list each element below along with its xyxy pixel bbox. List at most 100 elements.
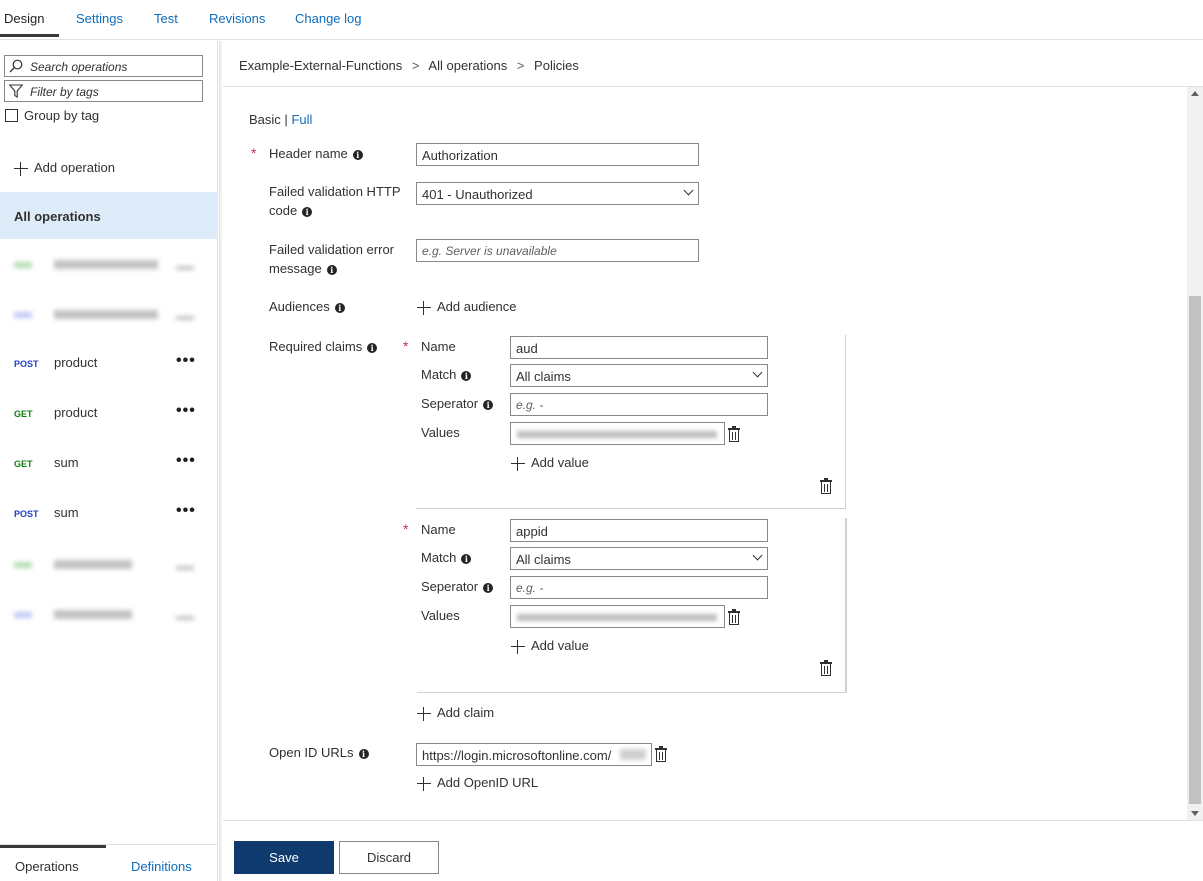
info-icon[interactable]: i: [367, 343, 378, 353]
info-icon[interactable]: i: [483, 583, 494, 593]
chevron-down-icon: [752, 367, 763, 378]
more-options-icon[interactable]: •••: [176, 502, 196, 520]
add-operation-button[interactable]: Add operation: [34, 158, 115, 177]
claim-match-select[interactable]: All claims: [510, 364, 768, 387]
vertical-scrollbar[interactable]: [1187, 87, 1203, 820]
delete-url-icon[interactable]: [655, 746, 667, 762]
info-icon[interactable]: i: [461, 371, 472, 381]
info-icon[interactable]: i: [334, 303, 345, 313]
breadcrumb-policies: Policies: [534, 58, 579, 73]
more-options-icon[interactable]: •••: [176, 452, 196, 470]
group-by-tag-checkbox[interactable]: [5, 109, 18, 122]
add-operation-plus-icon: [14, 162, 28, 176]
claim-separator-label: Seperator i: [421, 394, 494, 413]
breadcrumb-all-operations[interactable]: All operations: [428, 58, 507, 73]
label-text: Match: [421, 550, 457, 565]
input-value: https://login.microsoftonline.com/: [422, 748, 612, 763]
scroll-up-icon[interactable]: [1191, 91, 1199, 96]
info-icon[interactable]: i: [483, 400, 494, 410]
tab-design[interactable]: Design: [4, 11, 44, 26]
claim-name-label: Name: [421, 522, 456, 537]
active-tab-indicator: [0, 845, 106, 848]
panel-bottom-tabs: Operations Definitions: [0, 844, 218, 881]
scroll-down-icon[interactable]: [1191, 811, 1199, 816]
plus-icon: [511, 640, 525, 654]
input-value: aud: [516, 341, 538, 356]
search-icon: [9, 59, 23, 73]
info-icon[interactable]: i: [302, 207, 313, 217]
add-audience-button[interactable]: Add audience: [437, 299, 517, 314]
blurred-operation-row[interactable]: [0, 590, 218, 640]
filter-placeholder: Filter by tags: [30, 85, 99, 99]
all-operations-item[interactable]: All operations: [0, 192, 218, 239]
openid-url-input[interactable]: https://login.microsoftonline.com/: [416, 743, 652, 766]
mode-separator: |: [284, 112, 288, 127]
header-name-input[interactable]: Authorization: [416, 143, 699, 166]
add-value-button[interactable]: Add value: [531, 638, 589, 653]
tab-definitions[interactable]: Definitions: [131, 857, 192, 876]
openid-label: Open ID URLs i: [269, 743, 369, 762]
chevron-down-icon: [752, 550, 763, 561]
claim-separator-input[interactable]: e.g. -: [510, 576, 768, 599]
claim-match-select[interactable]: All claims: [510, 547, 768, 570]
operation-row-get-sum[interactable]: GET sum •••: [0, 440, 218, 490]
label-text: Match: [421, 367, 457, 382]
claim-separator-input[interactable]: e.g. -: [510, 393, 768, 416]
editor-mode-switch: Basic | Full: [249, 110, 312, 129]
save-button[interactable]: Save: [234, 841, 334, 874]
operation-row-post-sum[interactable]: POST sum •••: [0, 490, 218, 540]
mode-full[interactable]: Full: [291, 112, 312, 127]
blurred-operation-row[interactable]: [0, 240, 218, 290]
search-operations-input[interactable]: Search operations: [4, 55, 203, 77]
delete-claim-icon[interactable]: [820, 660, 832, 676]
label-text: Open ID URLs: [269, 745, 354, 760]
tab-revisions[interactable]: Revisions: [209, 11, 265, 26]
delete-value-icon[interactable]: [728, 609, 740, 625]
label-text: Seperator: [421, 396, 479, 411]
verb-badge: GET: [14, 459, 33, 469]
operation-row-get-product[interactable]: GET product •••: [0, 390, 218, 440]
panel-splitter[interactable]: [219, 41, 222, 881]
filter-tags-input[interactable]: Filter by tags: [4, 80, 203, 102]
add-openid-url-button[interactable]: Add OpenID URL: [437, 775, 538, 790]
info-icon[interactable]: i: [461, 554, 472, 564]
operation-name: sum: [54, 455, 79, 470]
filter-icon: [9, 84, 23, 98]
add-claim-button[interactable]: Add claim: [437, 705, 494, 720]
discard-button[interactable]: Discard: [339, 841, 439, 874]
blurred-operation-row[interactable]: [0, 540, 218, 590]
operation-row-post-product[interactable]: POST product •••: [0, 340, 218, 390]
add-value-button[interactable]: Add value: [531, 455, 589, 470]
more-options-icon[interactable]: •••: [176, 352, 196, 370]
breadcrumb-api[interactable]: Example-External-Functions: [239, 58, 402, 73]
more-options-icon[interactable]: •••: [176, 402, 196, 420]
tab-change-log[interactable]: Change log: [295, 11, 362, 26]
chevron-down-icon: [683, 185, 694, 196]
tab-operations[interactable]: Operations: [15, 857, 79, 876]
claim-name-input[interactable]: aud: [510, 336, 768, 359]
info-icon[interactable]: i: [352, 150, 363, 160]
blurred-operation-row[interactable]: [0, 290, 218, 340]
failed-message-input[interactable]: e.g. Server is unavailable: [416, 239, 699, 262]
failed-code-select[interactable]: 401 - Unauthorized: [416, 182, 699, 205]
breadcrumb-separator: >: [411, 58, 420, 73]
delete-value-icon[interactable]: [728, 426, 740, 442]
claim-value-input[interactable]: [510, 605, 725, 628]
label-text: Required claims: [269, 339, 363, 354]
claim-separator-label: Seperator i: [421, 577, 494, 596]
search-placeholder: Search operations: [30, 60, 128, 74]
claim-name-input[interactable]: appid: [510, 519, 768, 542]
claim-values-label: Values: [421, 608, 460, 623]
tab-test[interactable]: Test: [154, 11, 178, 26]
claim-value-input[interactable]: [510, 422, 725, 445]
scroll-thumb[interactable]: [1189, 296, 1201, 804]
top-tab-bar: Design Settings Test Revisions Change lo…: [0, 0, 1203, 40]
redacted-value: [517, 431, 717, 438]
audiences-label: Audiences i: [269, 297, 345, 316]
mode-basic[interactable]: Basic: [249, 112, 281, 127]
delete-claim-icon[interactable]: [820, 478, 832, 494]
info-icon[interactable]: i: [326, 265, 337, 275]
input-value: Authorization: [422, 148, 498, 163]
tab-settings[interactable]: Settings: [76, 11, 123, 26]
info-icon[interactable]: i: [358, 749, 369, 759]
